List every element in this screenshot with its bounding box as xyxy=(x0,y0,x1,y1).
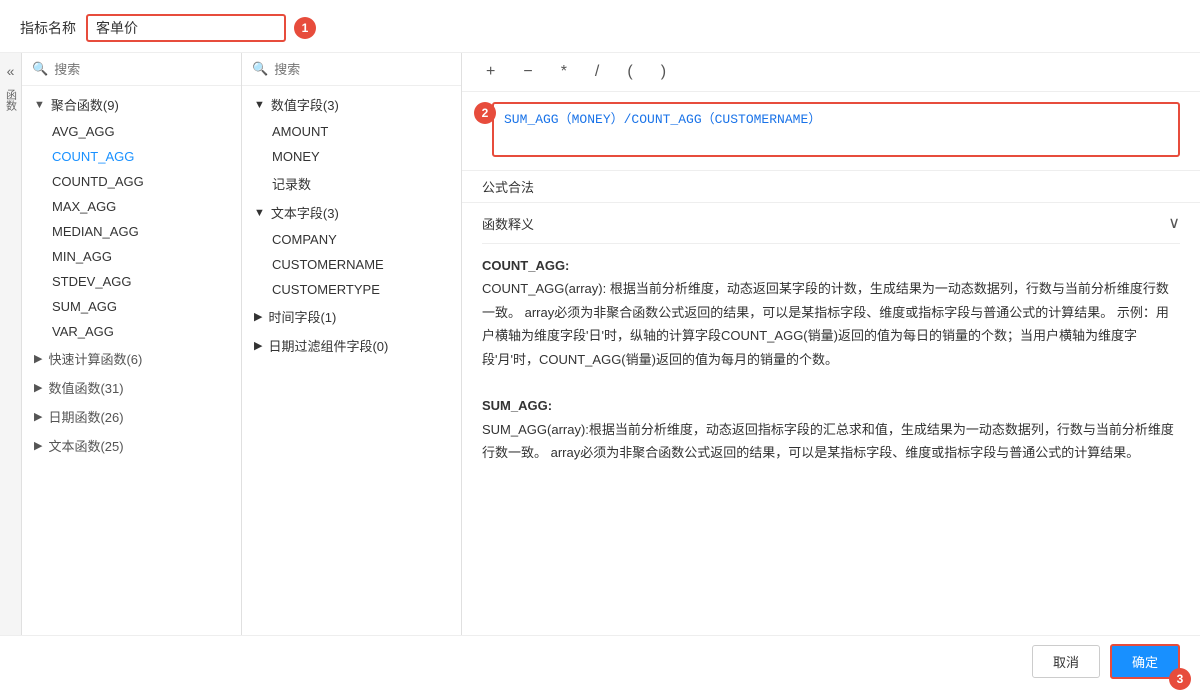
footer: 取消 确定 3 xyxy=(0,635,1200,687)
btn-rparen[interactable]: ) xyxy=(657,61,670,83)
func-def-collapse-icon: ∨ xyxy=(1168,213,1180,233)
func-group-aggregate[interactable]: ▼ 聚合函数(9) xyxy=(22,90,241,119)
arrow-right-icon2: ▶ xyxy=(34,381,42,394)
func-group-quick-label: 快速计算函数(6) xyxy=(48,349,142,368)
formula-status: 公式合法 xyxy=(462,171,1200,203)
toolbar: + − * / ( ) xyxy=(462,53,1200,92)
field-item-records[interactable]: 记录数 xyxy=(242,169,461,198)
field-group-time[interactable]: ▶ 时间字段(1) xyxy=(242,302,461,331)
badge-2: 2 xyxy=(474,102,496,124)
field-group-text-label: 文本字段(3) xyxy=(271,203,339,222)
field-group-time-label: 时间字段(1) xyxy=(268,307,336,326)
func-group-date[interactable]: ▶ 日期函数(26) xyxy=(22,402,241,431)
badge-3: 3 xyxy=(1169,668,1191,690)
func-group-text-label: 文本函数(25) xyxy=(48,436,123,455)
field-item-money[interactable]: MONEY xyxy=(242,144,461,169)
field-arrow-numeric: ▼ xyxy=(254,99,265,111)
func-item-stdev[interactable]: STDEV_AGG xyxy=(22,269,241,294)
btn-multiply[interactable]: * xyxy=(557,61,571,83)
field-item-amount[interactable]: AMOUNT xyxy=(242,119,461,144)
func-item-avg[interactable]: AVG_AGG xyxy=(22,119,241,144)
func-item-var[interactable]: VAR_AGG xyxy=(22,319,241,344)
confirm-button-wrap: 确定 3 xyxy=(1110,644,1180,679)
expr-panel: + − * / ( ) 2 SUM_AGG（MONEY）/COUNT_AGG（C… xyxy=(462,53,1200,635)
func-search-input[interactable] xyxy=(54,62,231,77)
field-group-text[interactable]: ▼ 文本字段(3) xyxy=(242,198,461,227)
field-group-datefilter-label: 日期过滤组件字段(0) xyxy=(268,336,388,355)
field-group-datefilter[interactable]: ▶ 日期过滤组件字段(0) xyxy=(242,331,461,360)
func-item-countd[interactable]: COUNTD_AGG xyxy=(22,169,241,194)
field-list: ▼ 数值字段(3) AMOUNT MONEY 记录数 ▼ 文本字段(3) COM… xyxy=(242,86,461,635)
btn-divide[interactable]: / xyxy=(591,61,603,83)
field-search-input[interactable] xyxy=(274,62,451,77)
field-item-company[interactable]: COMPANY xyxy=(242,227,461,252)
func-panel: 🔍 ▼ 聚合函数(9) AVG_AGG COUNT_AGG COUNTD_AGG… xyxy=(22,53,242,635)
arrow-down-icon: ▼ xyxy=(34,99,45,111)
func-group-number[interactable]: ▶ 数值函数(31) xyxy=(22,373,241,402)
field-search-icon: 🔍 xyxy=(252,61,268,77)
func-group-text[interactable]: ▶ 文本函数(25) xyxy=(22,431,241,460)
func-def-header[interactable]: 函数释义 ∨ xyxy=(482,203,1180,244)
func-group-date-label: 日期函数(26) xyxy=(48,407,123,426)
func-search-box: 🔍 xyxy=(22,53,241,86)
func-def-content: COUNT_AGG: COUNT_AGG(array): 根据当前分析维度，动态… xyxy=(482,244,1180,475)
func-group-quick[interactable]: ▶ 快速计算函数(6) xyxy=(22,344,241,373)
metric-name-input[interactable] xyxy=(86,14,286,42)
func-search-icon: 🔍 xyxy=(32,61,48,77)
badge-1: 1 xyxy=(294,17,316,39)
cancel-button[interactable]: 取消 xyxy=(1032,645,1100,678)
field-search-box: 🔍 xyxy=(242,53,461,86)
collapse-icon: « xyxy=(7,63,15,79)
sidebar-label: 函数 xyxy=(3,89,19,111)
header-label: 指标名称 xyxy=(20,18,76,38)
arrow-right-icon4: ▶ xyxy=(34,439,42,452)
func-def-title: 函数释义 xyxy=(482,214,534,233)
field-group-numeric[interactable]: ▼ 数值字段(3) xyxy=(242,90,461,119)
btn-plus[interactable]: + xyxy=(482,61,499,83)
field-arrow-time: ▶ xyxy=(254,310,262,323)
field-item-customertype[interactable]: CUSTOMERTYPE xyxy=(242,277,461,302)
field-group-numeric-label: 数值字段(3) xyxy=(271,95,339,114)
func-group-number-label: 数值函数(31) xyxy=(48,378,123,397)
func-item-median[interactable]: MEDIAN_AGG xyxy=(22,219,241,244)
func-item-count[interactable]: COUNT_AGG xyxy=(22,144,241,169)
header-row: 指标名称 1 xyxy=(0,0,1200,53)
arrow-right-icon: ▶ xyxy=(34,352,42,365)
field-arrow-datefilter: ▶ xyxy=(254,339,262,352)
func-item-min[interactable]: MIN_AGG xyxy=(22,244,241,269)
func-list: ▼ 聚合函数(9) AVG_AGG COUNT_AGG COUNTD_AGG M… xyxy=(22,86,241,635)
func-def-section: 函数释义 ∨ COUNT_AGG: COUNT_AGG(array): 根据当前… xyxy=(462,203,1200,635)
field-panel: 🔍 ▼ 数值字段(3) AMOUNT MONEY 记录数 ▼ 文本字段(3) C… xyxy=(242,53,462,635)
btn-minus[interactable]: − xyxy=(519,61,536,83)
sidebar-toggle[interactable]: « 函数 xyxy=(0,53,22,635)
main-area: « 函数 🔍 ▼ 聚合函数(9) AVG_AGG COUNT_AGG COUNT… xyxy=(0,53,1200,635)
btn-lparen[interactable]: ( xyxy=(623,61,636,83)
field-arrow-text: ▼ xyxy=(254,207,265,219)
arrow-right-icon3: ▶ xyxy=(34,410,42,423)
expr-editor-wrap: 2 SUM_AGG（MONEY）/COUNT_AGG（CUSTOMERNAME） xyxy=(462,92,1200,171)
expression-input[interactable]: SUM_AGG（MONEY）/COUNT_AGG（CUSTOMERNAME） xyxy=(492,102,1180,157)
func-group-label: 聚合函数(9) xyxy=(51,95,119,114)
func-item-sum[interactable]: SUM_AGG xyxy=(22,294,241,319)
field-item-customername[interactable]: CUSTOMERNAME xyxy=(242,252,461,277)
func-item-max[interactable]: MAX_AGG xyxy=(22,194,241,219)
